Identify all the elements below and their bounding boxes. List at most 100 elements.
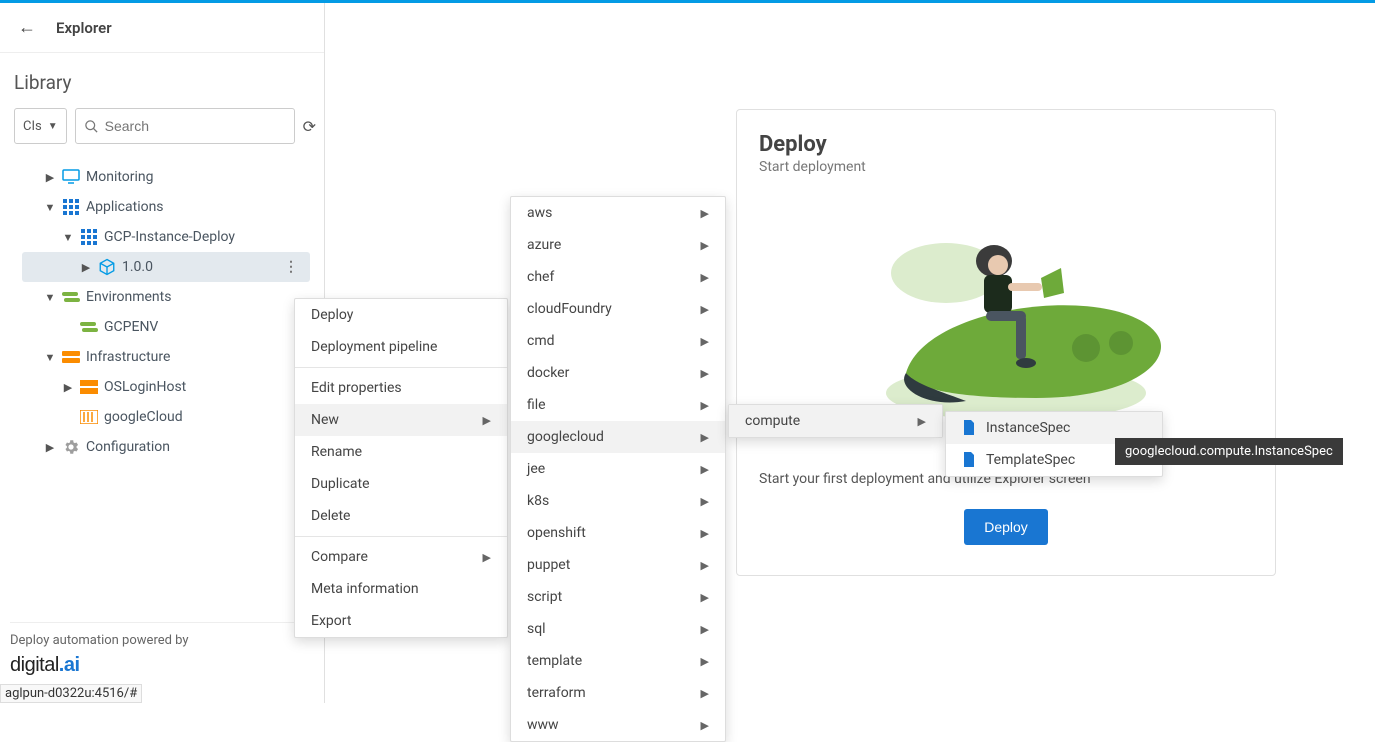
cm-label: file	[527, 397, 546, 413]
cm-terraform[interactable]: terraform▶	[511, 677, 725, 709]
cm-googlecloud[interactable]: googlecloud▶	[511, 421, 725, 453]
collapse-icon[interactable]: ▼	[44, 351, 56, 364]
cm-compare[interactable]: Compare ▶	[295, 541, 507, 573]
cm-jee[interactable]: jee▶	[511, 453, 725, 485]
collapse-icon[interactable]: ▼	[44, 291, 56, 304]
tree-item-gcp-instance-deploy[interactable]: ▼ GCP-Instance-Deploy	[22, 222, 310, 252]
cm-template[interactable]: template▶	[511, 645, 725, 677]
tree-item-osloginhost[interactable]: ▶ OSLoginHost	[22, 372, 310, 402]
cm-label: sql	[527, 621, 546, 637]
expand-icon[interactable]: ▶	[62, 381, 74, 394]
collapse-icon[interactable]: ▼	[62, 231, 74, 244]
cm-label: openshift	[527, 525, 586, 541]
expand-icon[interactable]: ▶	[44, 171, 56, 184]
tree-label: Configuration	[86, 439, 170, 455]
cm-script[interactable]: script ▶	[511, 581, 725, 613]
cm-aws[interactable]: aws ▶	[511, 197, 725, 229]
cls-filter-select[interactable]: CIs ▼	[14, 108, 67, 144]
more-icon[interactable]: ⋮	[278, 260, 304, 274]
cm-rename[interactable]: Rename	[295, 436, 507, 468]
status-url: aglpun-d0322u:4516/#	[0, 684, 142, 703]
cm-label: Rename	[311, 444, 362, 460]
tree-item-version[interactable]: ▶ 1.0.0 ⋮	[22, 252, 310, 282]
expand-icon[interactable]: ▶	[44, 441, 56, 454]
chevron-right-icon: ▶	[701, 559, 709, 572]
cm-k8s[interactable]: k8s▶	[511, 485, 725, 517]
back-arrow-icon[interactable]: ←	[18, 17, 36, 38]
tree-item-configuration[interactable]: ▶ Configuration	[22, 432, 310, 462]
cm-label: Delete	[311, 508, 350, 524]
deploy-button[interactable]: Deploy	[964, 509, 1048, 545]
cm-label: script	[527, 589, 562, 605]
tree-label: Infrastructure	[86, 349, 170, 365]
tree-item-gcpenv[interactable]: ▶ GCPENV	[22, 312, 310, 342]
cm-label: chef	[527, 269, 554, 285]
cm-docker[interactable]: docker▶	[511, 357, 725, 389]
tree-item-monitoring[interactable]: ▶ Monitoring	[22, 162, 310, 192]
cm-label: Compare	[311, 549, 368, 565]
cm-label: Duplicate	[311, 476, 370, 492]
cm-label: k8s	[527, 493, 549, 509]
cm-delete[interactable]: Delete	[295, 500, 507, 532]
deploy-card-title: Deploy	[759, 132, 1253, 157]
tree-item-applications[interactable]: ▼ Applications	[22, 192, 310, 222]
cm-file[interactable]: file▶	[511, 389, 725, 421]
file-icon	[962, 452, 976, 468]
cm-deployment-pipeline[interactable]: Deployment pipeline	[295, 331, 507, 363]
cm-openshift[interactable]: openshift▶	[511, 517, 725, 549]
cm-label: googlecloud	[527, 429, 604, 445]
cm-label: aws	[527, 205, 552, 221]
context-menu-googlecloud: compute▶	[728, 404, 943, 438]
cm-meta-information[interactable]: Meta information	[295, 573, 507, 605]
environment-icon	[80, 318, 98, 336]
cm-export[interactable]: Export	[295, 605, 507, 637]
chevron-right-icon: ▶	[483, 551, 491, 564]
chevron-right-icon: ▶	[701, 623, 709, 636]
sidebar: ← Explorer Library CIs ▼ ⟳ ▶ Monitoring …	[0, 3, 325, 703]
cm-www[interactable]: www▶	[511, 709, 725, 741]
cm-label: Deploy	[311, 307, 353, 323]
chevron-right-icon: ▶	[701, 367, 709, 380]
tree-item-environments[interactable]: ▼ Environments	[22, 282, 310, 312]
cm-label: Deployment pipeline	[311, 339, 437, 355]
cm-new[interactable]: New▶	[295, 404, 507, 436]
cm-cloudfoundry[interactable]: cloudFoundry ▶	[511, 293, 725, 325]
cm-chef[interactable]: chef ▶	[511, 261, 725, 293]
cm-edit-properties[interactable]: Edit properties	[295, 372, 507, 404]
cm-cmd[interactable]: cmd▶	[511, 325, 725, 357]
chevron-right-icon: ▶	[701, 207, 709, 220]
chevron-right-icon: ▶	[701, 591, 709, 604]
library-section: Library CIs ▼ ⟳ ▶ Monitoring ▼ Applicati…	[0, 53, 324, 466]
cm-label: puppet	[527, 557, 570, 573]
grid-icon	[80, 228, 98, 246]
tree-label: OSLoginHost	[104, 379, 186, 395]
tree-item-googlecloud[interactable]: ▶ googleCloud	[22, 402, 310, 432]
cm-compute[interactable]: compute▶	[729, 405, 942, 437]
cm-label: azure	[527, 237, 561, 253]
chevron-right-icon: ▶	[701, 303, 709, 316]
search-input-wrap[interactable]	[75, 108, 295, 144]
file-icon	[962, 420, 976, 436]
search-input[interactable]	[105, 118, 286, 134]
refresh-icon[interactable]: ⟳	[303, 117, 316, 136]
cm-label: Meta information	[311, 581, 419, 597]
cm-duplicate[interactable]: Duplicate	[295, 468, 507, 500]
tree-label: Monitoring	[86, 169, 154, 185]
cm-puppet[interactable]: puppet ▶	[511, 549, 725, 581]
cm-sql[interactable]: sql ▶	[511, 613, 725, 645]
chevron-right-icon: ▶	[483, 414, 491, 427]
chevron-right-icon: ▶	[701, 655, 709, 668]
chevron-right-icon: ▶	[701, 239, 709, 252]
tree-label: Applications	[86, 199, 164, 215]
chevron-right-icon: ▶	[701, 271, 709, 284]
expand-icon[interactable]: ▶	[80, 261, 92, 274]
search-icon	[84, 119, 99, 134]
collapse-icon[interactable]: ▼	[44, 201, 56, 214]
tree-item-infrastructure[interactable]: ▼ Infrastructure	[22, 342, 310, 372]
cm-azure[interactable]: azure ▶	[511, 229, 725, 261]
cm-label: cloudFoundry	[527, 301, 612, 317]
cm-label: InstanceSpec	[986, 420, 1070, 436]
cm-deploy[interactable]: Deploy	[295, 299, 507, 331]
grid-icon	[62, 198, 80, 216]
gear-icon	[62, 438, 80, 456]
